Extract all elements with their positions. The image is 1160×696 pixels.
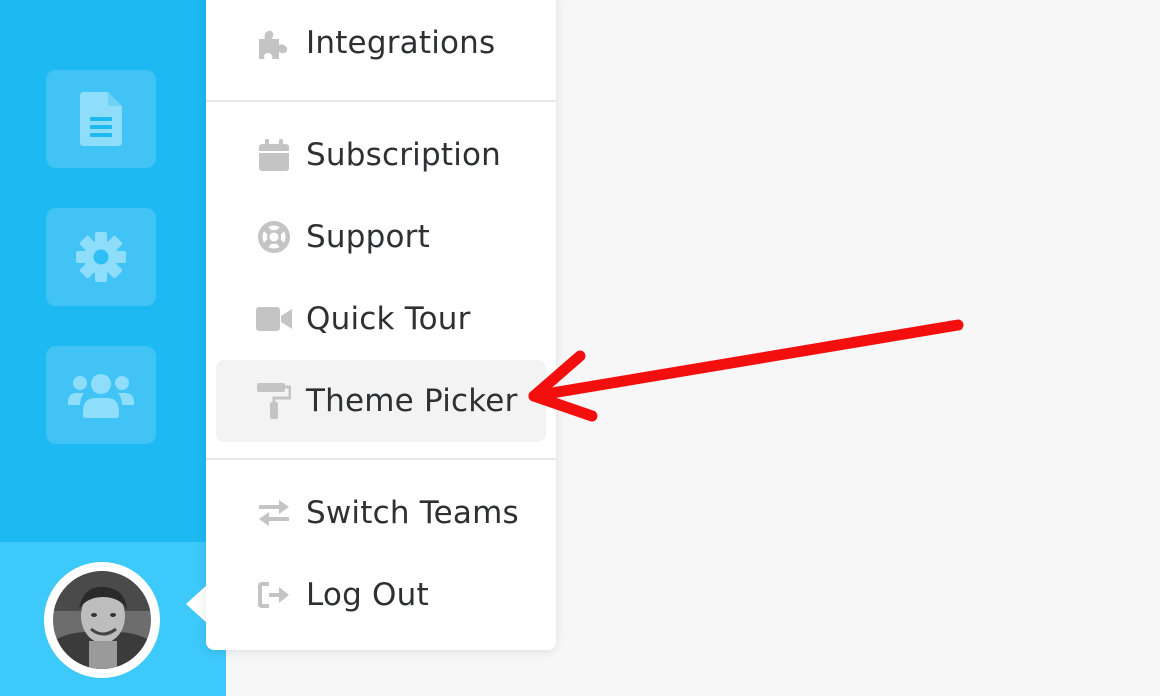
- user-dropdown-menu: Integrations Subscription Support Quick …: [206, 0, 556, 650]
- documents-nav-button[interactable]: [46, 70, 156, 168]
- menu-item-switch-teams[interactable]: Switch Teams: [216, 472, 546, 554]
- puzzle-icon: [256, 25, 292, 61]
- calendar-icon: [256, 137, 292, 173]
- document-icon: [80, 92, 122, 146]
- menu-divider: [206, 100, 556, 102]
- team-nav-button[interactable]: [46, 346, 156, 444]
- menu-item-theme-picker[interactable]: Theme Picker: [216, 360, 546, 442]
- video-camera-icon: [256, 301, 292, 337]
- menu-item-support[interactable]: Support: [216, 196, 546, 278]
- lifebuoy-icon: [256, 219, 292, 255]
- menu-item-label: Log Out: [306, 577, 429, 613]
- user-avatar[interactable]: [44, 562, 160, 678]
- menu-item-label: Switch Teams: [306, 495, 519, 531]
- menu-item-quick-tour[interactable]: Quick Tour: [216, 278, 546, 360]
- gear-icon: [76, 232, 126, 282]
- menu-item-integrations[interactable]: Integrations: [216, 2, 546, 84]
- menu-item-log-out[interactable]: Log Out: [216, 554, 546, 636]
- paint-roller-icon: [256, 383, 292, 419]
- sign-out-icon: [256, 577, 292, 613]
- menu-item-label: Quick Tour: [306, 301, 471, 337]
- menu-item-subscription[interactable]: Subscription: [216, 114, 546, 196]
- exchange-icon: [256, 495, 292, 531]
- settings-nav-button[interactable]: [46, 208, 156, 306]
- menu-pointer: [186, 584, 208, 624]
- menu-divider: [206, 458, 556, 460]
- users-icon: [68, 374, 134, 418]
- profile-photo: [53, 571, 151, 669]
- menu-item-label: Support: [306, 219, 430, 255]
- menu-item-label: Subscription: [306, 137, 502, 173]
- menu-item-label: Integrations: [306, 25, 496, 61]
- menu-item-label: Theme Picker: [306, 383, 518, 419]
